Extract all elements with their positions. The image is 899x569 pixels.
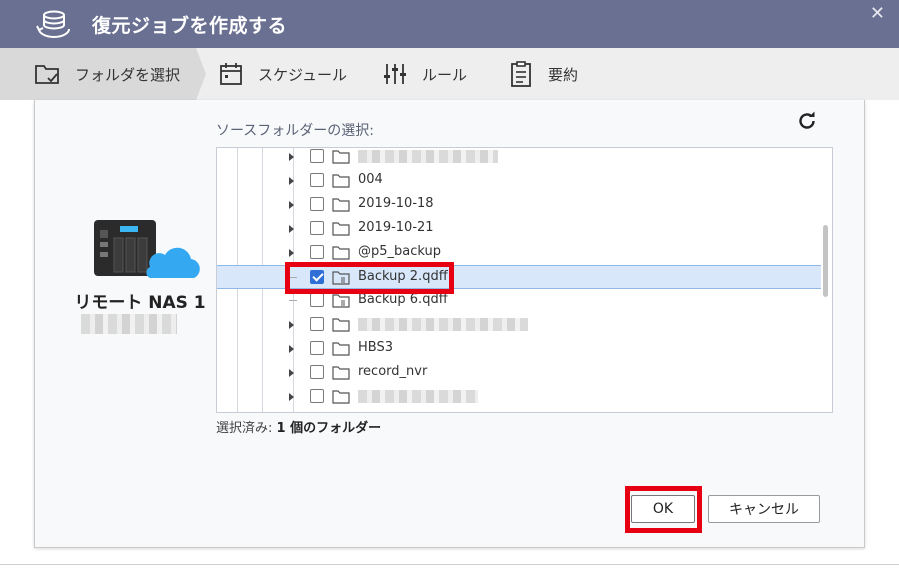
sliders-icon bbox=[380, 59, 410, 89]
title-bar: 復元ジョブを作成する ✕ bbox=[0, 0, 899, 48]
folder-checkbox[interactable] bbox=[310, 245, 324, 259]
tree-row[interactable]: 004 bbox=[217, 169, 821, 193]
step-label: スケジュール bbox=[258, 65, 347, 84]
step-label: フォルダを選択 bbox=[75, 65, 181, 84]
folder-name: Backup 6.qdff bbox=[358, 292, 448, 307]
expand-arrow-icon[interactable] bbox=[289, 153, 294, 161]
folder-name-redacted bbox=[358, 390, 478, 403]
tree-row[interactable]: 2019-10-21 bbox=[217, 217, 821, 241]
folder-check-icon bbox=[33, 59, 63, 89]
expand-arrow-icon[interactable] bbox=[289, 393, 294, 401]
device-address-redacted bbox=[81, 314, 177, 334]
folder-icon bbox=[332, 366, 350, 380]
tree-leaf-line bbox=[289, 300, 297, 301]
step-schedule[interactable]: スケジュール bbox=[216, 48, 347, 100]
expand-arrow-icon[interactable] bbox=[289, 225, 294, 233]
highlight-selected-row bbox=[285, 262, 454, 294]
restore-job-icon bbox=[36, 10, 70, 38]
folder-checkbox[interactable] bbox=[310, 293, 324, 307]
folder-checkbox[interactable] bbox=[310, 173, 324, 187]
folder-name: record_nvr bbox=[358, 364, 428, 379]
expand-arrow-icon[interactable] bbox=[289, 201, 294, 209]
folder-checkbox[interactable] bbox=[310, 221, 324, 235]
folder-checkbox[interactable] bbox=[310, 389, 324, 403]
folder-checkbox[interactable] bbox=[310, 149, 324, 163]
folder-name: 004 bbox=[358, 172, 383, 187]
folder-icon bbox=[332, 318, 350, 332]
folder-icon bbox=[332, 150, 350, 164]
folder-select-panel: リモート NAS 1 ソースフォルダーの選択: 004 2019-10-18 201… bbox=[34, 100, 865, 548]
tree-row[interactable] bbox=[217, 385, 821, 409]
status-prefix: 選択済み: bbox=[216, 421, 277, 436]
folder-checkbox[interactable] bbox=[310, 341, 324, 355]
tree-row[interactable]: HBS3 bbox=[217, 337, 821, 361]
active-step-arrow bbox=[196, 48, 206, 100]
status-value: 1 個のフォルダー bbox=[276, 421, 382, 436]
selection-status: 選択済み: 1 個のフォルダー bbox=[216, 417, 381, 436]
cancel-button[interactable]: キャンセル bbox=[708, 495, 820, 523]
step-label: 要約 bbox=[548, 65, 579, 84]
folder-name-redacted bbox=[358, 318, 528, 331]
expand-arrow-icon[interactable] bbox=[289, 321, 294, 329]
wizard-steps: フォルダを選択 スケジュール ルール 要約 bbox=[0, 48, 899, 100]
folder-checkbox[interactable] bbox=[310, 197, 324, 211]
refresh-icon[interactable] bbox=[795, 109, 819, 133]
background-divider bbox=[0, 564, 899, 565]
folder-name: 2019-10-18 bbox=[358, 196, 434, 211]
expand-arrow-icon[interactable] bbox=[289, 177, 294, 185]
expand-arrow-icon[interactable] bbox=[289, 345, 294, 353]
clipboard-icon bbox=[506, 59, 536, 89]
folder-name-redacted bbox=[358, 150, 498, 163]
tree-row[interactable]: record_nvr bbox=[217, 361, 821, 385]
step-summary[interactable]: 要約 bbox=[506, 48, 578, 100]
folder-icon bbox=[332, 342, 350, 356]
step-select-folder[interactable]: フォルダを選択 bbox=[0, 48, 196, 100]
calendar-icon bbox=[216, 59, 246, 89]
tree-scrollbar[interactable] bbox=[823, 225, 828, 297]
folder-icon bbox=[332, 198, 350, 212]
device-name: リモート NAS 1 bbox=[74, 293, 206, 313]
dialog-title: 復元ジョブを作成する bbox=[92, 15, 288, 37]
tree-row[interactable] bbox=[217, 148, 821, 169]
tree-row[interactable] bbox=[217, 313, 821, 337]
folder-name: 2019-10-21 bbox=[358, 220, 434, 235]
step-label: ルール bbox=[422, 65, 468, 84]
highlight-ok-button bbox=[625, 486, 702, 533]
folder-checkbox[interactable] bbox=[310, 365, 324, 379]
step-rules[interactable]: ルール bbox=[380, 48, 467, 100]
folder-icon bbox=[332, 246, 350, 260]
folder-checkbox[interactable] bbox=[310, 317, 324, 331]
backup-file-icon bbox=[332, 294, 350, 308]
close-icon[interactable]: ✕ bbox=[870, 3, 885, 24]
folder-icon bbox=[332, 222, 350, 236]
source-folder-label: ソースフォルダーの選択: bbox=[216, 123, 375, 139]
folder-name: HBS3 bbox=[358, 340, 393, 355]
expand-arrow-icon[interactable] bbox=[289, 369, 294, 377]
folder-icon bbox=[332, 174, 350, 188]
nas-cloud-icon bbox=[94, 220, 200, 278]
tree-row[interactable]: 2019-10-18 bbox=[217, 193, 821, 217]
expand-arrow-icon[interactable] bbox=[289, 249, 294, 257]
folder-icon bbox=[332, 390, 350, 404]
folder-name: @p5_backup bbox=[358, 244, 442, 259]
